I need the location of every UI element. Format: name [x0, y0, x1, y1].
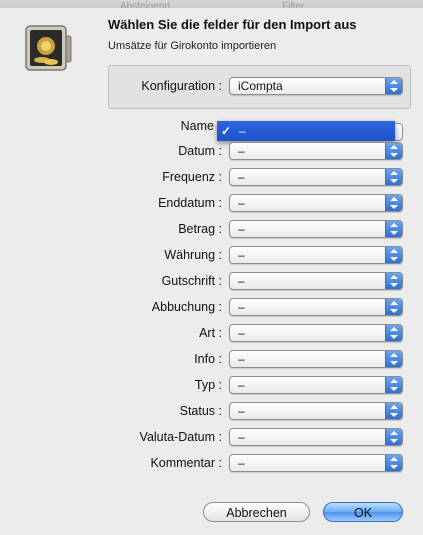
- popup-value: –: [238, 430, 245, 444]
- configuration-popup[interactable]: iCompta: [229, 77, 403, 95]
- up-down-arrows-icon: [385, 273, 402, 289]
- field-label-info: Info :: [194, 352, 222, 366]
- up-down-arrows-icon: [385, 351, 402, 367]
- popup-value: –: [238, 196, 245, 210]
- field-label-name: Name: [180, 119, 214, 133]
- dialog-title: Wählen Sie die felder für den Import aus: [108, 17, 357, 32]
- up-down-arrows-icon: [385, 403, 402, 419]
- field-label-frequenz: Frequenz :: [162, 170, 222, 184]
- up-down-arrows-icon: [385, 299, 402, 315]
- field-label-status: Status :: [179, 404, 222, 418]
- popup-value: –: [238, 404, 245, 418]
- popup-value: –: [238, 222, 245, 236]
- field-popup-gutschrift[interactable]: –: [229, 272, 403, 290]
- popup-value: –: [238, 144, 245, 158]
- import-dialog: Wählen Sie die felder für den Import aus…: [0, 8, 423, 535]
- name-popup-edge: [395, 123, 403, 141]
- up-down-arrows-icon: [385, 195, 402, 211]
- menu-item-dash[interactable]: –: [239, 121, 246, 141]
- field-popup-datum[interactable]: –: [229, 142, 403, 160]
- field-label-valuta-datum: Valuta-Datum :: [139, 430, 222, 444]
- dialog-subtitle: Umsätze für Girokonto importieren: [108, 40, 277, 52]
- up-down-arrows-icon: [385, 143, 402, 159]
- field-label-gutschrift: Gutschrift :: [161, 274, 222, 288]
- up-down-arrows-icon: [385, 221, 402, 237]
- up-down-arrows-icon: [385, 377, 402, 393]
- up-down-arrows-icon: [385, 169, 402, 185]
- up-down-arrows-icon: [385, 429, 402, 445]
- field-popup-valuta-datum[interactable]: –: [229, 428, 403, 446]
- vault-safe-icon: [22, 22, 74, 74]
- up-down-arrows-icon: [385, 247, 402, 263]
- popup-value: –: [238, 456, 245, 470]
- field-label-betrag: Betrag :: [178, 222, 222, 236]
- field-label-abbuchung: Abbuchung :: [151, 300, 222, 314]
- popup-value: –: [238, 352, 245, 366]
- configuration-label: Konfiguration :: [141, 79, 222, 93]
- up-down-arrows-icon: [385, 455, 402, 471]
- field-popup-abbuchung[interactable]: –: [229, 298, 403, 316]
- ok-button[interactable]: OK: [323, 502, 403, 522]
- popup-value: –: [238, 248, 245, 262]
- field-label-enddatum: Enddatum :: [158, 196, 222, 210]
- popup-value: –: [238, 170, 245, 184]
- popup-value: –: [238, 274, 245, 288]
- cancel-button[interactable]: Abbrechen: [203, 502, 310, 522]
- field-popup-frequenz[interactable]: –: [229, 168, 403, 186]
- field-label-waehrung: Währung :: [164, 248, 222, 262]
- field-popup-waehrung[interactable]: –: [229, 246, 403, 264]
- field-label-art: Art :: [199, 326, 222, 340]
- name-popup-open-menu[interactable]: ✓ –: [217, 121, 395, 141]
- field-label-typ: Typ :: [194, 378, 222, 392]
- field-popup-status[interactable]: –: [229, 402, 403, 420]
- field-popup-enddatum[interactable]: –: [229, 194, 403, 212]
- field-popup-art[interactable]: –: [229, 324, 403, 342]
- popup-value: –: [238, 378, 245, 392]
- field-popup-typ[interactable]: –: [229, 376, 403, 394]
- popup-value: –: [238, 326, 245, 340]
- popup-value: –: [238, 300, 245, 314]
- checkmark-icon: ✓: [221, 124, 232, 138]
- configuration-value: iCompta: [238, 79, 283, 93]
- field-popup-info[interactable]: –: [229, 350, 403, 368]
- up-down-arrows-icon: [385, 325, 402, 341]
- up-down-arrows-icon: [385, 78, 402, 94]
- field-label-kommentar: Kommentar :: [150, 456, 222, 470]
- field-label-datum: Datum :: [178, 144, 222, 158]
- field-popup-betrag[interactable]: –: [229, 220, 403, 238]
- field-popup-kommentar[interactable]: –: [229, 454, 403, 472]
